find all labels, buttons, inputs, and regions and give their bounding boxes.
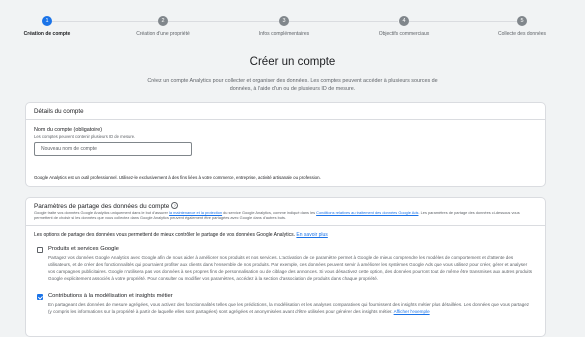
help-circle-icon[interactable]: ? <box>171 202 179 209</box>
step-connector <box>409 21 517 22</box>
page-title: Créer un compte <box>249 56 336 68</box>
step-2-label: Création d'une propriété <box>136 31 190 37</box>
data-sharing-title-text: Paramètres de partage des données du com… <box>34 203 170 210</box>
step-3-indicator: 3 <box>279 16 289 26</box>
google-products-description: Partagez vos données Google Analytics av… <box>48 255 533 281</box>
modeling-insights-text: En partageant des données de mesure agré… <box>48 302 530 314</box>
data-processing-terms-link[interactable]: Conditions relatives au traitement des d… <box>316 210 418 215</box>
data-sharing-card: Paramètres de partage des données du com… <box>25 197 546 337</box>
step-connector <box>168 21 279 22</box>
page-intro: Créez un compte Analytics pour collecter… <box>147 78 438 92</box>
modeling-insights-checkbox[interactable] <box>37 294 43 300</box>
google-products-checkbox[interactable] <box>37 247 43 253</box>
step-2-indicator: 2 <box>158 16 168 26</box>
show-example-link[interactable]: Afficher l'exemple <box>394 309 430 314</box>
step-1-label: Création de compte <box>23 31 71 37</box>
step-connector <box>289 21 398 22</box>
google-products-title: Produits et services Google <box>48 246 119 252</box>
account-details-card: Détails du compte Nom du compte (obligat… <box>25 102 546 187</box>
account-details-heading: Détails du compte <box>26 103 545 120</box>
step-3-label: Infos complémentaires <box>258 31 310 37</box>
account-name-label: Nom du compte (obligatoire) <box>34 127 103 133</box>
modeling-insights-title: Contributions à la modélisation et insig… <box>48 293 173 299</box>
sharing-options-text: Les options de partage des données vous … <box>34 232 296 238</box>
account-usage-notice: Google Analytics est un outil profession… <box>34 175 321 180</box>
progress-stepper: 1 2 3 4 5 Création de compte Création d'… <box>0 0 585 42</box>
learn-more-link[interactable]: En savoir plus <box>296 232 327 238</box>
step-1-indicator: 1 <box>42 16 52 26</box>
step-4-label: Objectifs commerciaux <box>378 31 430 37</box>
sharing-options-intro: Les options de partage des données vous … <box>34 232 328 238</box>
divider <box>26 225 545 226</box>
account-name-hint: Les comptes peuvent contenir plusieurs I… <box>34 134 136 139</box>
account-name-input[interactable]: Nouveau nom de compte <box>34 142 192 156</box>
data-sharing-title: Paramètres de partage des données du com… <box>34 202 179 210</box>
step-5-label: Collecte des données <box>497 31 547 37</box>
data-sharing-description: Google traite vos données Google Analyti… <box>34 210 539 220</box>
modeling-insights-description: En partageant des données de mesure agré… <box>48 301 534 315</box>
step-5-indicator: 5 <box>517 16 527 26</box>
step-4-indicator: 4 <box>399 16 409 26</box>
step-connector <box>52 21 158 22</box>
